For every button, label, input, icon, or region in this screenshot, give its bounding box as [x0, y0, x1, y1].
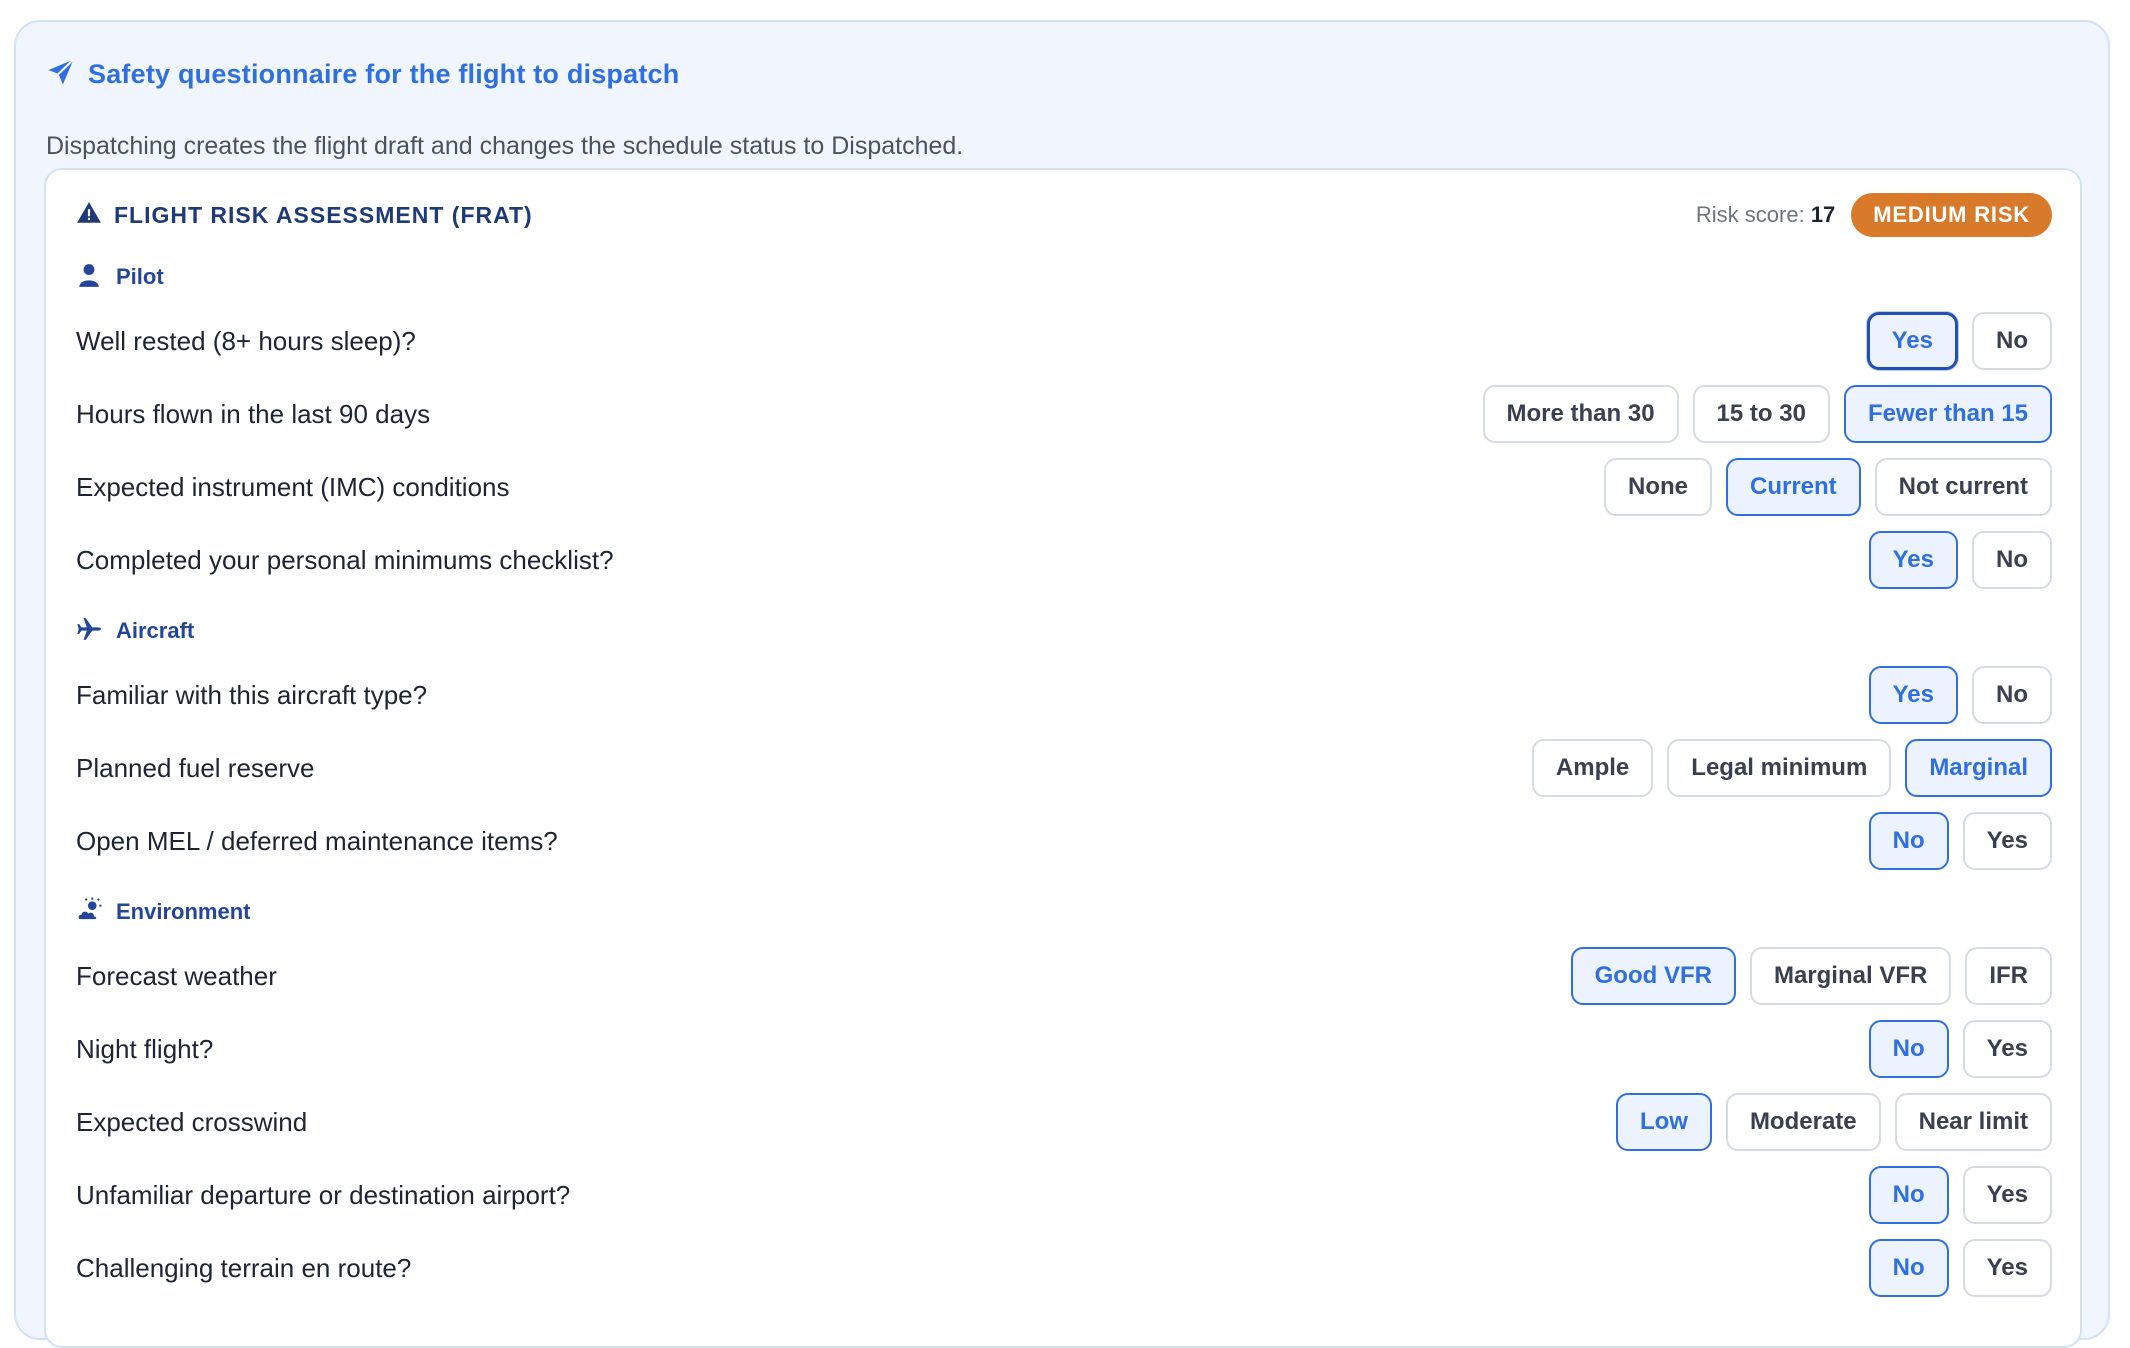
answer-options: None Current Not current: [1603, 458, 2052, 516]
option-not-current-button[interactable]: Not current: [1874, 458, 2052, 516]
risk-level-badge: MEDIUM RISK: [1851, 193, 2052, 237]
question-row: Challenging terrain en route? No Yes: [76, 1239, 2052, 1297]
option-yes-button[interactable]: Yes: [1962, 812, 2052, 870]
option-no-button[interactable]: No: [1868, 812, 1949, 870]
option-marginal-vfr-button[interactable]: Marginal VFR: [1749, 947, 1952, 1005]
question-row: Expected instrument (IMC) conditions None…: [76, 458, 2052, 516]
section-environment: Environment: [76, 895, 250, 929]
option-near-limit-button[interactable]: Near limit: [1894, 1093, 2052, 1151]
plane-icon: [76, 616, 102, 647]
question-text: Expected crosswind: [76, 1106, 308, 1137]
option-legal-minimum-button[interactable]: Legal minimum: [1667, 739, 1892, 797]
frat-header: FLIGHT RISK ASSESSMENT (FRAT) Risk score…: [76, 192, 2052, 238]
question-text: Familiar with this aircraft type?: [76, 679, 428, 710]
option-none-button[interactable]: None: [1603, 458, 1712, 516]
question-text: Expected instrument (IMC) conditions: [76, 471, 510, 502]
question-row: Well rested (8+ hours sleep)? Yes No: [76, 312, 2052, 370]
option-fewer-than-15-button[interactable]: Fewer than 15: [1843, 385, 2052, 443]
question-text: Challenging terrain en route?: [76, 1252, 412, 1283]
person-icon: [76, 262, 102, 293]
option-no-button[interactable]: No: [1972, 531, 2052, 589]
risk-score: Risk score: 17: [1696, 202, 1835, 228]
option-more-than-30-button[interactable]: More than 30: [1482, 385, 1679, 443]
section-aircraft-label: Aircraft: [116, 618, 195, 643]
panel-header: Safety questionnaire for the flight to d…: [46, 52, 679, 96]
option-no-button[interactable]: No: [1868, 1166, 1949, 1224]
answer-options: No Yes: [1868, 1239, 2052, 1297]
option-no-button[interactable]: No: [1868, 1020, 1949, 1078]
option-yes-button[interactable]: Yes: [1868, 666, 1958, 724]
option-no-button[interactable]: No: [1972, 312, 2052, 370]
question-text: Completed your personal minimums checkli…: [76, 544, 614, 575]
answer-options: Yes No: [1868, 531, 2052, 589]
send-icon: [46, 57, 76, 92]
option-marginal-button[interactable]: Marginal: [1905, 739, 2052, 797]
question-row: Unfamiliar departure or destination airp…: [76, 1166, 2052, 1224]
answer-options: Low Moderate Near limit: [1615, 1093, 2052, 1151]
frat-title: FLIGHT RISK ASSESSMENT (FRAT): [114, 201, 533, 228]
answer-options: More than 30 15 to 30 Fewer than 15: [1482, 385, 2052, 443]
question-row: Hours flown in the last 90 days More than…: [76, 385, 2052, 443]
option-yes-button[interactable]: Yes: [1962, 1166, 2052, 1224]
risk-score-label: Risk score:: [1695, 202, 1805, 227]
section-pilot-label: Pilot: [116, 264, 164, 289]
dispatch-safety-panel: Safety questionnaire for the flight to d…: [14, 20, 2110, 1348]
section-pilot: Pilot: [76, 260, 164, 294]
answer-options: Good VFR Marginal VFR IFR: [1570, 947, 2052, 1005]
section-environment-label: Environment: [116, 899, 251, 924]
option-yes-button[interactable]: Yes: [1866, 312, 1958, 370]
question-row: Completed your personal minimums checkli…: [76, 531, 2052, 589]
option-yes-button[interactable]: Yes: [1962, 1239, 2052, 1297]
option-15-to-30-button[interactable]: 15 to 30: [1692, 385, 1830, 443]
answer-options: No Yes: [1868, 1166, 2052, 1224]
option-no-button[interactable]: No: [1868, 1239, 1949, 1297]
frat-card: FLIGHT RISK ASSESSMENT (FRAT) Risk score…: [44, 168, 2082, 1348]
option-yes-button[interactable]: Yes: [1962, 1020, 2052, 1078]
question-text: Unfamiliar departure or destination airp…: [76, 1179, 571, 1210]
option-current-button[interactable]: Current: [1725, 458, 1861, 516]
question-row: Planned fuel reserve Ample Legal minimum Ma…: [76, 739, 2052, 797]
answer-options: Yes No: [1866, 312, 2052, 370]
question-row: Open MEL / deferred maintenance items? No…: [76, 812, 2052, 870]
question-row: Forecast weather Good VFR Marginal VFR IFR: [76, 947, 2052, 1005]
section-aircraft: Aircraft: [76, 614, 194, 648]
answer-options: Ample Legal minimum Marginal: [1531, 739, 2052, 797]
question-text: Hours flown in the last 90 days: [76, 398, 431, 429]
option-yes-button[interactable]: Yes: [1868, 531, 1958, 589]
question-row: Night flight? No Yes: [76, 1020, 2052, 1078]
question-text: Night flight?: [76, 1033, 214, 1064]
option-moderate-button[interactable]: Moderate: [1725, 1093, 1881, 1151]
question-row: Expected crosswind Low Moderate Near limit: [76, 1093, 2052, 1151]
option-low-button[interactable]: Low: [1615, 1093, 1712, 1151]
answer-options: Yes No: [1868, 666, 2052, 724]
question-text: Well rested (8+ hours sleep)?: [76, 325, 416, 356]
option-ample-button[interactable]: Ample: [1531, 739, 1654, 797]
panel-subtitle: Dispatching creates the flight draft and…: [46, 132, 964, 160]
warning-icon: [76, 200, 102, 231]
option-ifr-button[interactable]: IFR: [1965, 947, 2052, 1005]
risk-score-value: 17: [1810, 202, 1836, 227]
question-text: Planned fuel reserve: [76, 752, 315, 783]
panel-title: Safety questionnaire for the flight to d…: [88, 58, 680, 89]
answer-options: No Yes: [1868, 812, 2052, 870]
question-text: Open MEL / deferred maintenance items?: [76, 825, 558, 856]
cloud-sun-icon: [76, 897, 102, 928]
question-row: Familiar with this aircraft type? Yes No: [76, 666, 2052, 724]
question-text: Forecast weather: [76, 960, 277, 991]
option-no-button[interactable]: No: [1972, 666, 2052, 724]
answer-options: No Yes: [1868, 1020, 2052, 1078]
option-good-vfr-button[interactable]: Good VFR: [1570, 947, 1736, 1005]
